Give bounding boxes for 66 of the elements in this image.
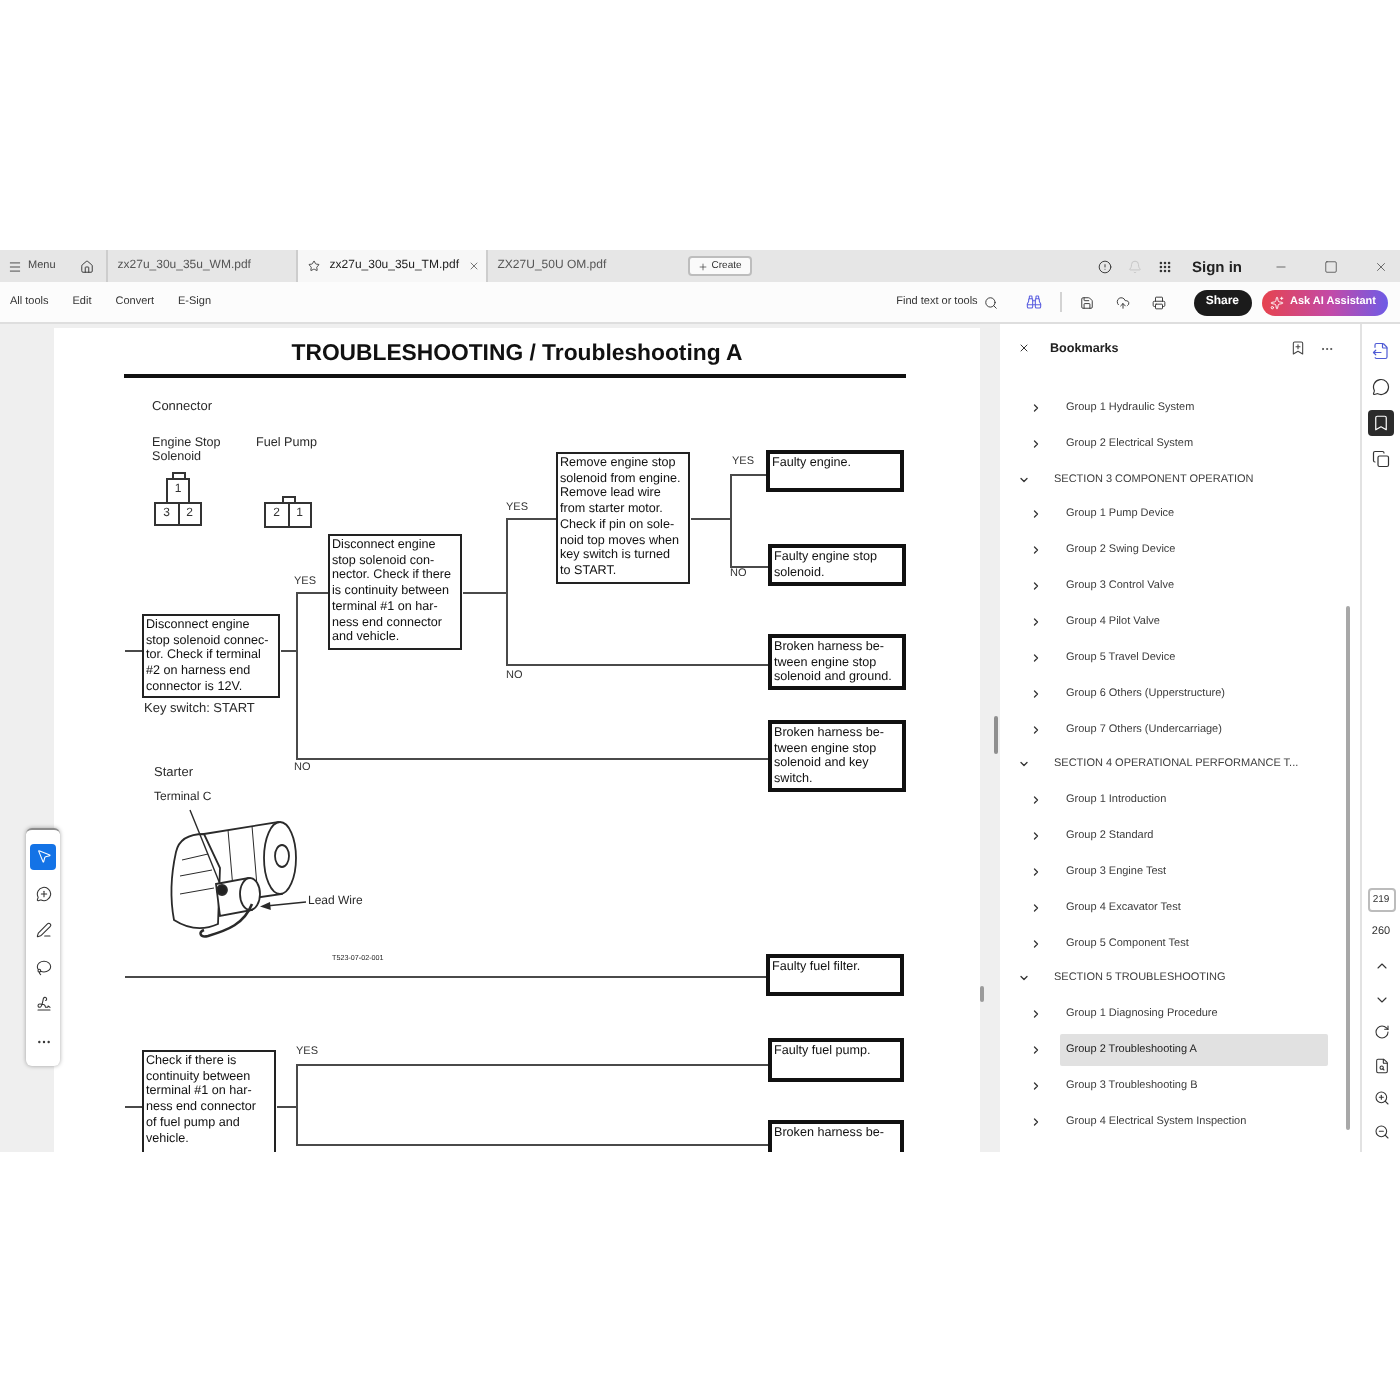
chevron-right-icon[interactable] <box>1030 830 1042 843</box>
chevron-down-icon[interactable] <box>1018 758 1030 771</box>
leader-arrow <box>260 901 307 910</box>
lasso-icon <box>35 959 51 976</box>
search-icon <box>983 295 998 309</box>
chevron-right-icon[interactable] <box>1030 1008 1042 1021</box>
flow-connector <box>124 650 144 652</box>
chevron-right-icon[interactable] <box>1030 401 1042 414</box>
scrollbar-thumb[interactable] <box>980 986 984 1002</box>
add-bookmark-icon[interactable] <box>1289 340 1305 356</box>
chevron-right-icon[interactable] <box>1030 1079 1042 1092</box>
connector-latch <box>171 472 185 478</box>
close-icon[interactable] <box>1018 342 1030 354</box>
chevron-right-icon[interactable] <box>1030 508 1042 521</box>
chevron-down-icon[interactable] <box>1018 972 1030 985</box>
star-icon[interactable] <box>307 260 320 272</box>
pen-icon <box>35 922 51 939</box>
bookmark-icon <box>1372 413 1390 431</box>
apps-grid-icon[interactable] <box>1157 259 1171 273</box>
rotate-icon[interactable] <box>1373 1024 1389 1041</box>
menu-icon <box>8 259 22 273</box>
signature-icon <box>35 996 51 1013</box>
chevron-right-icon[interactable] <box>1030 687 1042 700</box>
cursor-icon <box>35 848 51 865</box>
chevron-right-icon[interactable] <box>1030 651 1042 664</box>
chevron-right-icon[interactable] <box>1030 544 1042 557</box>
chevron-right-icon[interactable] <box>1030 1044 1042 1057</box>
zoom-out-icon[interactable] <box>1373 1124 1389 1141</box>
connector-latch <box>281 496 295 502</box>
comment-icon <box>1372 377 1390 395</box>
leader-line <box>189 809 221 885</box>
resize-handle[interactable] <box>994 716 998 754</box>
alert-icon[interactable] <box>1097 259 1111 273</box>
chevron-down-icon[interactable] <box>1018 473 1030 486</box>
pages-icon <box>1372 449 1390 467</box>
zoom-in-icon[interactable] <box>1373 1090 1389 1107</box>
flow-connector <box>124 1106 144 1108</box>
chevron-right-icon[interactable] <box>1030 865 1042 878</box>
pages-panel-button[interactable] <box>1368 445 1394 471</box>
cloud-upload-icon[interactable] <box>1115 295 1130 309</box>
file-search-icon[interactable] <box>1373 1057 1389 1074</box>
close-tab-icon[interactable] <box>468 260 481 272</box>
add-comment-icon <box>35 885 51 902</box>
chevron-right-icon[interactable] <box>1030 901 1042 914</box>
maximize-icon[interactable] <box>1323 259 1337 273</box>
sparkle-icon <box>1270 295 1284 309</box>
binoculars-icon[interactable] <box>1025 294 1042 310</box>
chevron-right-icon[interactable] <box>1030 615 1042 628</box>
plus-icon <box>697 261 708 271</box>
export-icon <box>1372 341 1390 359</box>
save-icon[interactable] <box>1079 295 1094 309</box>
chevron-right-icon[interactable] <box>1030 937 1042 950</box>
home-icon[interactable] <box>79 259 94 273</box>
scrollbar-thumb[interactable] <box>1346 606 1349 1130</box>
print-icon[interactable] <box>1151 295 1166 309</box>
cursor-tool-button[interactable] <box>30 843 56 870</box>
comment-panel-button[interactable] <box>1368 373 1394 399</box>
bookmark-panel-button[interactable] <box>1368 409 1394 435</box>
chevron-right-icon[interactable] <box>1030 580 1042 593</box>
chevron-right-icon[interactable] <box>1030 794 1042 807</box>
starter-motor-drawing <box>170 820 297 938</box>
export-panel-button[interactable] <box>1368 337 1394 363</box>
page-title: TROUBLESHOOTING / Troubleshooting A <box>291 342 743 369</box>
chevron-right-icon[interactable] <box>1030 723 1042 736</box>
chevron-right-icon[interactable] <box>1030 437 1042 450</box>
chevron-right-icon[interactable] <box>1030 1115 1042 1128</box>
